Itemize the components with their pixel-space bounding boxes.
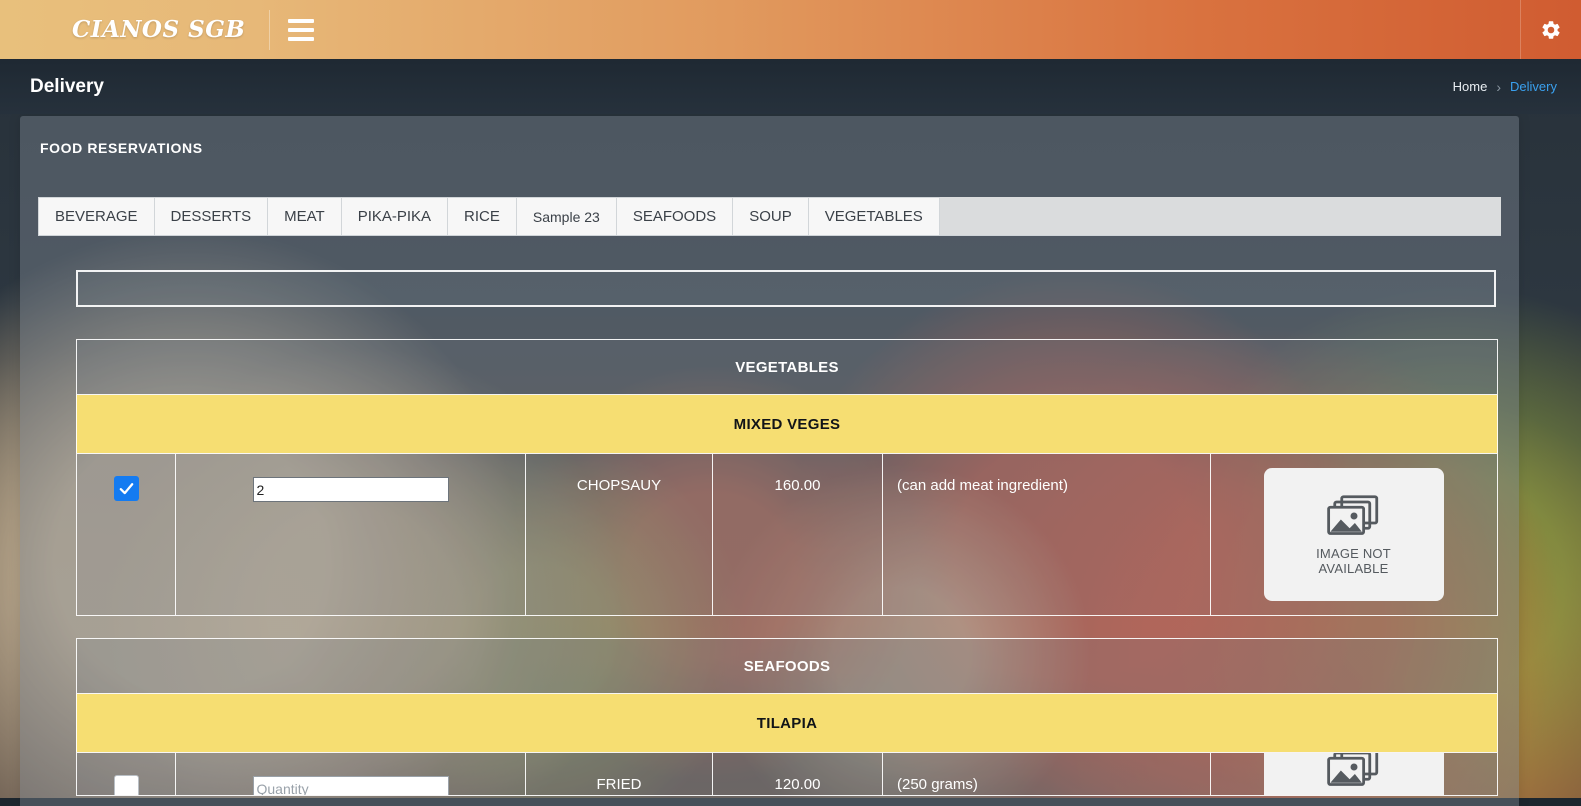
- page-title: Delivery: [30, 76, 104, 98]
- brand-divider: [269, 10, 270, 50]
- food-price-cell: 160.00: [713, 454, 883, 615]
- hamburger-bar: [288, 37, 314, 41]
- image-not-available-placeholder: IMAGE NOT AVAILABLE: [1264, 752, 1444, 796]
- image-placeholder-line2: AVAILABLE: [1316, 561, 1391, 576]
- tab-desserts[interactable]: DESSERTS: [154, 197, 269, 235]
- food-image-cell: IMAGE NOT AVAILABLE: [1211, 454, 1496, 615]
- image-placeholder-line1: IMAGE NOT: [1316, 546, 1391, 561]
- row-checkbox[interactable]: [114, 775, 139, 796]
- hamburger-icon[interactable]: [288, 19, 314, 41]
- reservations-table-area: VEGETABLES MIXED VEGES CHOPSAUY 160.00 (…: [38, 236, 1501, 806]
- quantity-input[interactable]: [253, 477, 449, 502]
- category-tabs: BEVERAGE DESSERTS MEAT PIKA-PIKA RICE Sa…: [38, 197, 1501, 236]
- page-header: Delivery Home › Delivery: [0, 59, 1581, 114]
- breadcrumb: Home › Delivery: [1453, 79, 1557, 95]
- photos-icon: [1326, 752, 1382, 790]
- quantity-cell: [176, 454, 526, 615]
- tab-rice[interactable]: RICE: [447, 197, 517, 235]
- top-navbar: CIANOS SGB: [0, 0, 1581, 59]
- hamburger-bar: [288, 19, 314, 23]
- row-select-cell: [77, 753, 176, 795]
- section-spacer: [76, 616, 1498, 638]
- row-select-cell: [77, 454, 176, 615]
- table-row: FRIED 120.00 (250 grams) IMAGE NOT: [76, 752, 1498, 796]
- breadcrumb-home-link[interactable]: Home: [1453, 79, 1488, 94]
- row-checkbox[interactable]: [114, 476, 139, 501]
- tab-meat[interactable]: MEAT: [267, 197, 342, 235]
- food-image-cell: IMAGE NOT AVAILABLE: [1211, 753, 1496, 795]
- image-placeholder-caption: IMAGE NOT AVAILABLE: [1316, 546, 1391, 576]
- food-name-cell: CHOPSAUY: [526, 454, 713, 615]
- hamburger-bar: [288, 28, 314, 32]
- food-price-cell: 120.00: [713, 753, 883, 795]
- image-not-available-placeholder: IMAGE NOT AVAILABLE: [1264, 468, 1444, 601]
- table-row: CHOPSAUY 160.00 (can add meat ingredient…: [76, 453, 1498, 616]
- panel-title: FOOD RESERVATIONS: [40, 140, 1519, 156]
- quantity-input[interactable]: [253, 776, 449, 796]
- tab-pika-pika[interactable]: PIKA-PIKA: [341, 197, 448, 235]
- topbar-right-group: [1520, 0, 1581, 59]
- gear-icon[interactable]: [1521, 0, 1581, 59]
- category-header-row: VEGETABLES: [76, 339, 1498, 395]
- subcategory-header-row: TILAPIA: [76, 694, 1498, 752]
- subcategory-header-row: MIXED VEGES: [76, 395, 1498, 453]
- tab-sample-23[interactable]: Sample 23: [516, 197, 617, 235]
- quantity-cell: [176, 753, 526, 795]
- food-description-cell: (250 grams): [883, 753, 1211, 795]
- search-input[interactable]: [76, 270, 1496, 307]
- chevron-right-icon: ›: [1496, 79, 1501, 95]
- tab-soup[interactable]: SOUP: [732, 197, 809, 235]
- photos-icon: [1326, 493, 1382, 539]
- tab-beverage[interactable]: BEVERAGE: [38, 197, 155, 235]
- brand-logo[interactable]: CIANOS SGB: [72, 16, 245, 43]
- food-name-cell: FRIED: [526, 753, 713, 795]
- food-reservations-panel: FOOD RESERVATIONS BEVERAGE DESSERTS MEAT…: [20, 116, 1519, 806]
- reservations-table: VEGETABLES MIXED VEGES CHOPSAUY 160.00 (…: [76, 339, 1498, 796]
- category-header-row: SEAFOODS: [76, 638, 1498, 694]
- tab-seafoods[interactable]: SEAFOODS: [616, 197, 733, 235]
- tab-vegetables[interactable]: VEGETABLES: [808, 197, 940, 235]
- breadcrumb-current[interactable]: Delivery: [1510, 79, 1557, 94]
- food-description-cell: (can add meat ingredient): [883, 454, 1211, 615]
